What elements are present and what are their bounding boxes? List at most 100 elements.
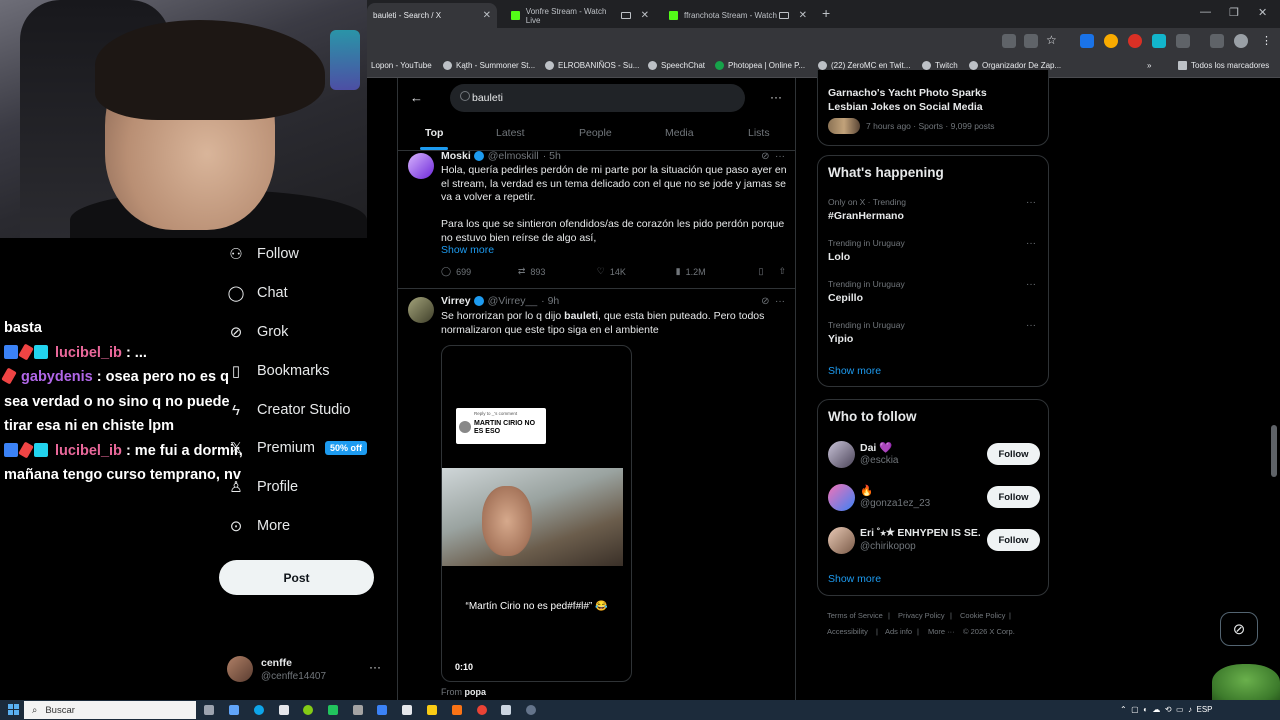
nav-more[interactable]: ⊙ More (228, 518, 290, 535)
footer-link[interactable]: Ads info (885, 627, 912, 636)
all-bookmarks-folder[interactable]: Todos los marcadores (1178, 61, 1269, 70)
nav-follow[interactable]: ⚇ Follow (228, 246, 299, 263)
back-arrow-icon[interactable]: ← (410, 90, 423, 105)
system-tray[interactable]: ⌃ ▢ ◐ ☁ ⟲ ▭ ♪ ESP (1120, 705, 1213, 714)
close-window-icon[interactable]: ✕ (1258, 6, 1267, 19)
video-player[interactable]: Reply to _'s comment MARTIN CIRIO NO ES … (441, 345, 632, 682)
minimize-icon[interactable]: — (1200, 6, 1211, 18)
scrollbar-thumb[interactable] (1271, 425, 1277, 477)
bookmark-item[interactable]: (22) ZeroMC en Twit... (818, 61, 910, 70)
app-icon[interactable] (377, 705, 387, 715)
more-dots-icon[interactable]: ··· (770, 90, 782, 104)
close-icon[interactable]: ✕ (641, 10, 649, 21)
app-icon[interactable] (353, 705, 363, 715)
extension-icon[interactable] (1080, 34, 1094, 48)
nav-chat[interactable]: ◯ Chat (228, 285, 288, 302)
app-icon[interactable] (501, 705, 511, 715)
tweet[interactable]: Moski @elmoskill · 5h ⊘ ··· Hola, quería… (398, 150, 795, 288)
nav-grok[interactable]: ⊘ Grok (228, 324, 289, 341)
avatar[interactable] (408, 297, 434, 323)
bookmark-item[interactable]: SpeechChat (648, 61, 705, 70)
app-icon[interactable] (402, 705, 412, 715)
more-dots-icon[interactable]: ··· (1026, 197, 1036, 208)
reply-button[interactable]: ◯ 699 (441, 266, 518, 277)
repost-button[interactable]: ⇄ 893 (518, 266, 597, 277)
bookmark-item[interactable]: ELROBANIÑOS - Su... (545, 61, 639, 70)
avatar[interactable] (408, 153, 434, 179)
app-icon[interactable] (279, 705, 289, 715)
tab-media[interactable]: Media (665, 127, 694, 139)
restore-icon[interactable]: ❐ (1229, 6, 1239, 19)
bookmark-item[interactable]: Kąth - Summoner St... (443, 61, 535, 70)
show-more-link[interactable]: Show more (828, 573, 881, 585)
tab-ffranchota[interactable]: ffranchota Stream - Watch Live ✕ (663, 3, 813, 28)
address-bar[interactable] (367, 28, 1280, 56)
like-button[interactable]: ♡ 14K (597, 266, 676, 277)
nav-premium[interactable]: 𝕏 Premium 50% off (228, 440, 368, 457)
from-attribution[interactable]: From popa (441, 687, 486, 697)
nav-creator-studio[interactable]: ϟ Creator Studio (228, 402, 350, 419)
tab-vonfre[interactable]: Vonfre Stream - Watch Live ✕ (505, 3, 655, 28)
bookmarks-overflow-icon[interactable]: » (1147, 61, 1151, 70)
more-dots-icon[interactable]: ··· (1026, 238, 1036, 249)
grok-and-more-icons[interactable]: ⊘ ··· (761, 151, 785, 162)
grok-and-more-icons[interactable]: ⊘ ··· (761, 296, 785, 307)
kebab-menu-icon[interactable]: ⋮ (1261, 34, 1272, 47)
follow-button[interactable]: Follow (987, 486, 1040, 508)
show-more-link[interactable]: Show more (828, 365, 881, 377)
search-input[interactable]: bauleti (450, 84, 745, 112)
bookmark-icon[interactable]: ▯ (758, 266, 778, 277)
bookmark-item[interactable]: Organizador De Zap... (969, 61, 1061, 70)
folder-icon[interactable] (427, 705, 437, 715)
news-card[interactable]: Garnacho's Yacht Photo Sparks Lesbian Jo… (817, 70, 1049, 146)
views-button[interactable]: ▮ 1.2M (676, 266, 759, 277)
obs-icon[interactable] (526, 705, 536, 715)
post-button[interactable]: Post (219, 560, 374, 595)
app-icon[interactable] (328, 705, 338, 715)
close-icon[interactable]: ✕ (799, 10, 807, 21)
star-icon[interactable]: ☆ (1046, 33, 1057, 47)
tweet-author[interactable]: Moski @elmoskill · 5h (441, 150, 561, 162)
nav-profile[interactable]: ♙ Profile (228, 479, 298, 496)
footer-link[interactable]: Cookie Policy (960, 611, 1005, 620)
edge-icon[interactable] (254, 705, 264, 715)
puzzle-icon[interactable] (1176, 34, 1190, 48)
grok-floating-button[interactable]: ⊘ (1220, 612, 1258, 646)
bookmark-item[interactable]: Lopon - YouTube (371, 61, 432, 70)
footer-link[interactable]: Terms of Service (827, 611, 883, 620)
more-dots-icon[interactable]: ··· (1026, 279, 1036, 290)
tab-top[interactable]: Top (425, 127, 443, 139)
new-tab-plus-icon[interactable]: + (822, 5, 830, 21)
app-icon[interactable] (229, 705, 239, 715)
reading-list-icon[interactable] (1210, 34, 1224, 48)
bookmark-item[interactable]: Photopea | Online P... (715, 61, 805, 70)
tweet-author[interactable]: Virrey @Virrey__ · 9h (441, 295, 559, 307)
show-more-link[interactable]: Show more (441, 244, 494, 256)
avatar[interactable] (828, 527, 855, 554)
follow-button[interactable]: Follow (987, 529, 1040, 551)
task-view-icon[interactable] (204, 705, 214, 715)
profile-avatar-icon[interactable] (1234, 34, 1248, 48)
tab-people[interactable]: People (579, 127, 612, 139)
share-icon[interactable]: ⇧ (778, 266, 786, 277)
bookmark-item[interactable]: Twitch (922, 61, 958, 70)
tab-lists[interactable]: Lists (748, 127, 770, 139)
avatar[interactable] (828, 484, 855, 511)
chrome-icon[interactable] (477, 705, 487, 715)
extension-icon[interactable] (1128, 34, 1142, 48)
windows-start-icon[interactable] (8, 704, 20, 716)
tab-x-search[interactable]: bauleti - Search / X ✕ (367, 3, 497, 28)
taskbar-search-input[interactable]: ⌕ Buscar (24, 701, 196, 719)
footer-link[interactable]: Privacy Policy (898, 611, 945, 620)
cast-toolbar-icon[interactable] (1024, 34, 1038, 48)
avatar[interactable] (828, 441, 855, 468)
footer-link[interactable]: Accessibility (827, 627, 868, 636)
app-icon[interactable] (452, 705, 462, 715)
follow-button[interactable]: Follow (987, 443, 1040, 465)
extension-icon[interactable] (1152, 34, 1166, 48)
tab-latest[interactable]: Latest (496, 127, 525, 139)
footer-more-link[interactable]: More ··· (928, 627, 955, 636)
nav-bookmarks[interactable]: ▯ Bookmarks (228, 363, 330, 380)
close-icon[interactable]: ✕ (483, 10, 491, 21)
app-icon[interactable] (303, 705, 313, 715)
